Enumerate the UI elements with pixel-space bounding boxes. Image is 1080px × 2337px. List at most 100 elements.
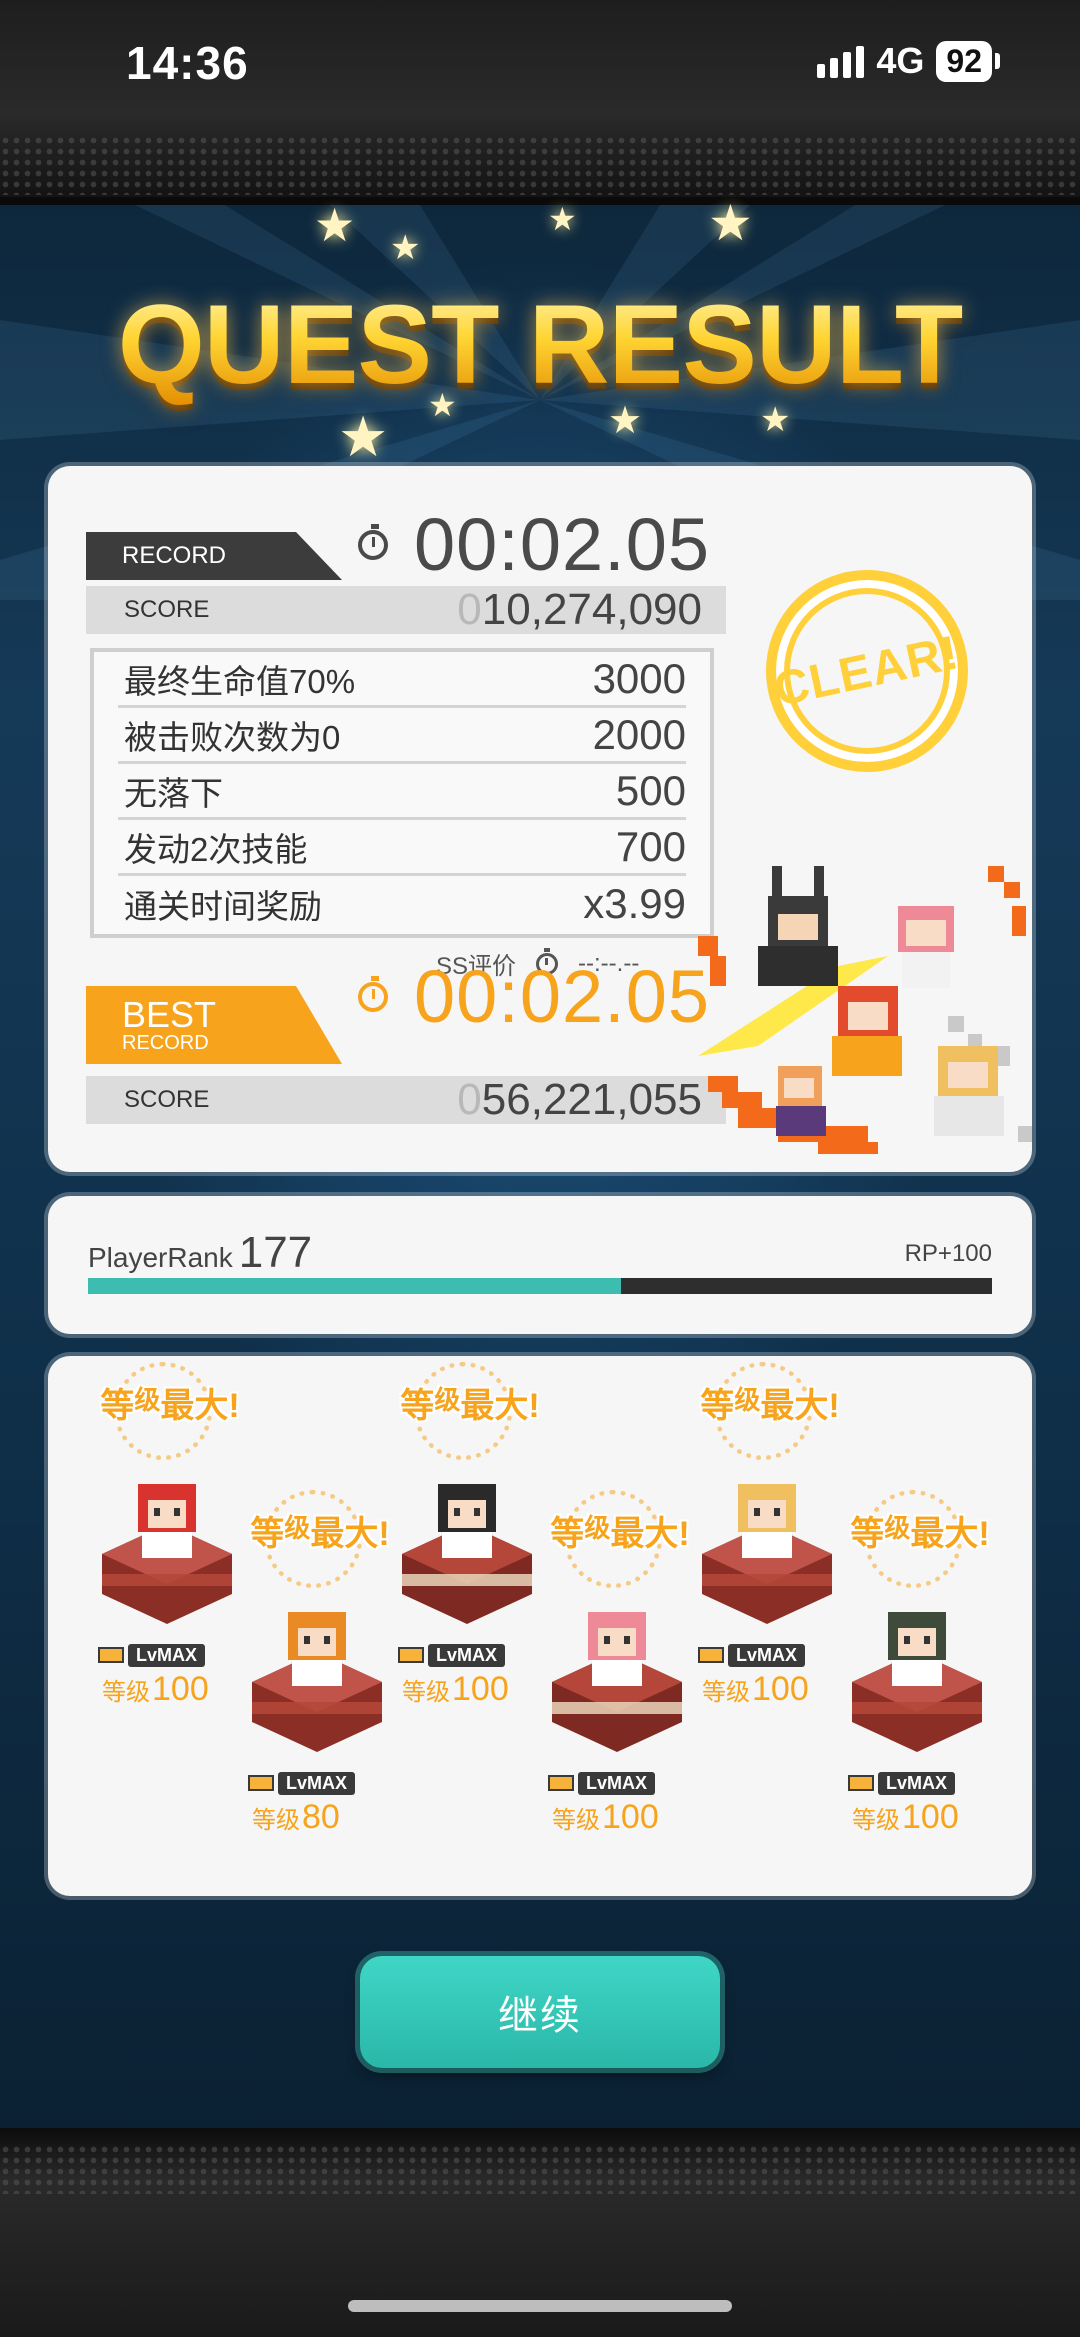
star-icon: ★ [338,405,389,468]
unit-slot: 等级最大! LvMAX 等级 80 [238,1490,408,1850]
bonus-points: 2000 [592,710,686,758]
lv-max-indicator: LvMAX [848,1771,956,1795]
level-max-badge: 等级最大! [400,1385,540,1425]
star-icon: ★ [708,195,753,251]
bonus-row: 最终生命值70% 3000 [118,652,686,708]
best-score-bar: SCORE 056,221,055 [86,1075,726,1124]
record-score-label: SCORE [124,596,210,623]
unit-level-label: 等级 [552,1807,600,1834]
level-max-badge: 等级最大! [100,1385,240,1425]
unit-level-value: 100 [602,1798,659,1836]
unit-level-value: 100 [902,1798,959,1836]
bonus-name: 最终生命值70% [124,662,356,700]
unit-level: 等级 100 [852,1798,959,1837]
unit-level: 等级 80 [252,1798,340,1837]
level-bar-icon [98,1647,124,1663]
star-icon: ★ [390,229,421,267]
best-time: 00:02.05 [358,954,710,1039]
record-score-value: 010,274,090 [457,585,702,634]
player-rank-card: PlayerRank 177 RP+100 [48,1196,1032,1334]
unit-level-value: 80 [302,1798,340,1836]
star-icon: ★ [314,199,356,251]
record-time-value: 00:02.05 [414,503,711,586]
player-rank-value: 177 [238,1228,313,1277]
bonus-name: 发动2次技能 [124,830,308,868]
star-icon: ★ [548,201,577,237]
bonus-points: x3.99 [583,880,686,927]
lv-max-label: LvMAX [878,1771,956,1795]
bonus-name: 无落下 [124,774,223,812]
unit-level-value: 100 [452,1670,509,1708]
unit-level-label: 等级 [702,1679,750,1706]
bonus-list: 最终生命值70% 3000 被击败次数为0 2000 无落下 500 发动2次技… [90,648,714,938]
lv-max-indicator: LvMAX [548,1771,656,1795]
bonus-points: 3000 [592,654,686,702]
level-max-badge: 等级最大! [700,1385,840,1425]
bonus-row: 无落下 500 [118,764,686,820]
status-indicators: 4G 92 [817,40,1000,82]
sprite-small [776,1066,826,1136]
network-type: 4G [876,40,925,81]
level-bar-icon [248,1775,274,1791]
unit-level: 等级 100 [402,1670,509,1709]
bonus-row: 通关时间奖励 x3.99 [118,876,686,932]
unit-level-label: 等级 [102,1679,150,1706]
status-time: 14:36 [126,37,249,89]
unit-pedestal [252,1612,382,1752]
sprite-pink [898,906,954,988]
best-tag-small: RECORD [122,1032,209,1054]
unit-slot: 等级最大! LvMAX 等级 100 [838,1490,1008,1850]
battery-icon: 92 [936,40,1000,82]
sprite-blonde [934,1046,1004,1136]
battle-sprites [698,866,1032,1154]
lv-max-label: LvMAX [428,1643,506,1667]
level-bar-icon [848,1775,874,1791]
home-indicator[interactable] [348,2300,732,2312]
record-time: 00:02.05 [358,502,710,587]
lv-max-indicator: LvMAX [398,1643,506,1667]
quest-result-title: QUEST RESULT [0,280,1080,409]
stopwatch-icon [358,975,388,1012]
rank-progress-fill [88,1278,622,1294]
unit-pedestal [852,1612,982,1752]
unit-pedestal [552,1612,682,1752]
continue-button[interactable]: 继续 [360,1956,720,2068]
level-bar-icon [398,1647,424,1663]
lv-max-label: LvMAX [728,1643,806,1667]
unit-level: 等级 100 [702,1670,809,1709]
level-bar-icon [548,1775,574,1791]
unit-level-label: 等级 [402,1679,450,1706]
unit-level: 等级 100 [102,1670,209,1709]
unit-level: 等级 100 [552,1798,659,1837]
bonus-points: 700 [615,822,686,870]
lv-max-indicator: LvMAX [698,1643,806,1667]
bonus-points: 500 [615,766,686,814]
unit-level-value: 100 [152,1670,209,1708]
rank-progress-bar [88,1278,992,1294]
unit-slot: 等级最大! LvMAX 等级 100 [538,1490,708,1850]
player-rank-label: PlayerRank 177 [88,1228,312,1278]
lv-max-label: LvMAX [578,1771,656,1795]
unit-level-label: 等级 [252,1807,300,1834]
unit-level-label: 等级 [852,1807,900,1834]
best-score-value: 056,221,055 [457,1075,702,1124]
record-score-bar: SCORE 010,274,090 [86,585,726,634]
stopwatch-icon [358,523,388,560]
bonus-row: 发动2次技能 700 [118,820,686,876]
clear-stamp: CLEAR! [766,570,968,772]
best-tag-big: BEST [122,994,217,1035]
best-score-label: SCORE [124,1086,210,1113]
level-bar-icon [698,1647,724,1663]
record-tag: RECORD [86,532,342,580]
bonus-name: 被击败次数为0 [124,718,341,756]
signal-icon [817,44,865,78]
clear-stamp-text: CLEAR! [769,625,965,717]
units-card: 等级最大! LvMAX 等级 100 等级最大! LvMAX 等级 80 等级最… [48,1356,1032,1896]
lv-max-label: LvMAX [278,1771,356,1795]
best-record-tag: BEST RECORD [86,986,342,1064]
sprite-demon [758,866,838,986]
bonus-row: 被击败次数为0 2000 [118,708,686,764]
level-max-badge: 等级最大! [850,1513,990,1553]
player-rank-text: PlayerRank [88,1242,233,1273]
lv-max-label: LvMAX [128,1643,206,1667]
